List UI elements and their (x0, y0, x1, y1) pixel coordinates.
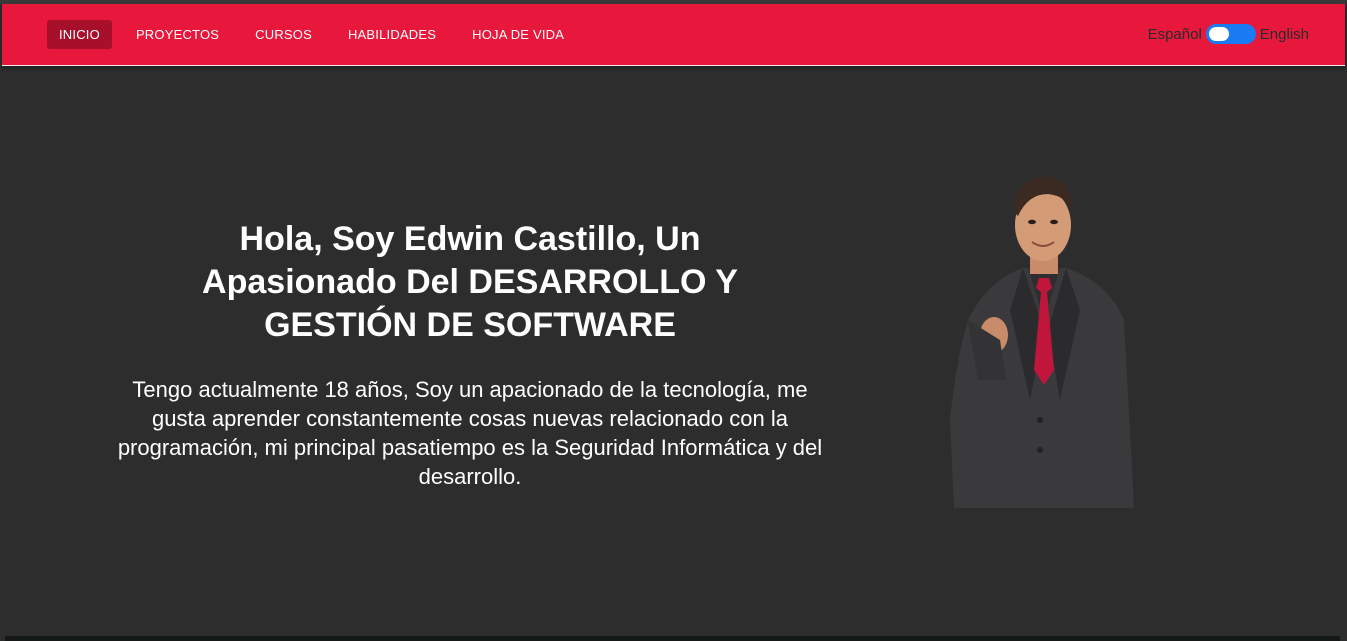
hero-description: Tengo actualmente 18 años, Soy un apacio… (117, 377, 823, 489)
hero-section: Hola, Soy Edwin Castillo, Un Apasionado … (100, 218, 840, 491)
hero-title: Hola, Soy Edwin Castillo, Un Apasionado … (202, 220, 738, 344)
navbar: INICIO PROYECTOS CURSOS HABILIDADES HOJA… (2, 4, 1345, 66)
language-switch: Español English (1148, 24, 1309, 44)
nav-item-cursos[interactable]: CURSOS (243, 20, 324, 49)
nav-links: INICIO PROYECTOS CURSOS HABILIDADES HOJA… (47, 20, 588, 49)
nav-item-habilidades[interactable]: HABILIDADES (336, 20, 448, 49)
nav-item-inicio[interactable]: INICIO (47, 20, 112, 49)
language-toggle[interactable] (1205, 24, 1256, 44)
toggle-knob (1208, 27, 1229, 41)
nav-item-hoja-de-vida[interactable]: HOJA DE VIDA (460, 20, 576, 49)
next-section-edge (5, 636, 1340, 641)
profile-photo (950, 176, 1134, 508)
language-label-english: English (1259, 25, 1309, 43)
nav-item-proyectos[interactable]: PROYECTOS (124, 20, 231, 49)
language-label-spanish: Español (1147, 25, 1202, 43)
